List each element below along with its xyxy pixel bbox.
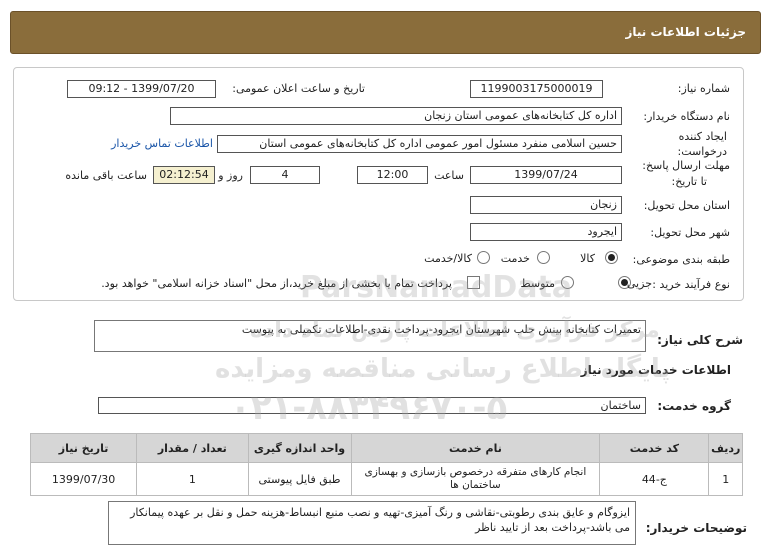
watermark-line1: مرکز فرآوری اطلاعات پارس نماد داده [250,318,660,343]
col-quantity: تعداد / مقدار [136,433,249,463]
days-label: روز و [218,169,243,182]
city-field[interactable]: ایجرود [470,223,622,241]
category-option-goods: کالا [580,252,595,265]
cell-unit: طبق فایل پیوستی [247,462,352,496]
buyer-name-field[interactable]: اداره کل کتابخانه‌های عمومی استان زنجان [170,107,622,125]
watermark-line2: پایگاه اطلاع رسانی مناقصه ومزایده [215,354,671,384]
cell-quantity: 1 [136,462,249,496]
watermark-brand: ParsNamadData [300,270,573,305]
cell-service-name: انجام کارهای متفرقه درخصوص بازسازی و بهس… [350,462,601,496]
deadline-date-field[interactable]: 1399/07/24 [470,166,622,184]
category-option-service: خدمت [500,252,530,265]
category-option-goods-service: کالا/خدمت [424,252,472,265]
col-need-date: تاریخ نیاز [29,433,138,463]
announce-date-field[interactable]: 1399/07/20 - 09:12 [67,80,216,98]
page-header: جزئیات اطلاعات نیاز [10,11,761,54]
remaining-days-field[interactable]: 4 [250,166,320,184]
announce-date-label: تاریخ و ساعت اعلان عمومی: [232,82,365,95]
creator-label-line2: درخواست: [677,145,727,158]
province-label: استان محل تحویل: [643,199,730,212]
service-group-label: گروه خدمت: [657,399,731,413]
services-table-header: ردیف کد خدمت نام خدمت واحد اندازه گیری ت… [29,433,743,463]
col-row: ردیف [708,433,743,463]
buyer-notes-label: توضیحات خریدار: [645,521,747,535]
cell-row: 1 [708,462,743,496]
cell-need-date: 1399/07/30 [29,462,138,496]
table-row[interactable]: 1 ج-44 انجام کارهای متفرقه درخصوص بازساز… [29,462,743,496]
deadline-time-field[interactable]: 12:00 [357,166,428,184]
deadline-time-label: ساعت [434,169,464,182]
remaining-time-label: ساعت باقی مانده [65,169,147,182]
category-radio-goods[interactable] [605,251,618,264]
purchase-option-minor: جزیی [626,277,652,290]
watermark-phone: ۰۲۱-۸۸۳۴۹۶۷۰-۵ [230,388,508,428]
buyer-notes-text: ایزوگام و عایق بندی رطوبتی-نقاشی و رنگ آ… [130,506,630,534]
need-number-field[interactable]: 1199003175000019 [470,80,603,98]
buyer-contact-link[interactable]: اطلاعات تماس خریدار [111,137,213,150]
category-radio-goods-service[interactable] [477,251,490,264]
remaining-time-field: 02:12:54 [153,166,215,184]
col-service-code: کد خدمت [599,433,710,463]
category-label: طبقه بندی موضوعی: [632,253,730,266]
city-label: شهر محل تحویل: [650,226,730,239]
creator-label-line1: ایجاد کننده [678,130,727,143]
buyer-name-label: نام دستگاه خریدار: [643,110,730,123]
purchase-type-label: نوع فرآیند خرید : [652,278,730,291]
page-title: جزئیات اطلاعات نیاز [625,25,746,39]
col-unit: واحد اندازه گیری [247,433,352,463]
deadline-label-line2: تا تاریخ: [671,175,707,188]
province-field[interactable]: زنجان [470,196,622,214]
services-table: ردیف کد خدمت نام خدمت واحد اندازه گیری ت… [29,433,743,496]
category-radio-service[interactable] [537,251,550,264]
cell-service-code: ج-44 [599,462,710,496]
buyer-notes-field[interactable]: ایزوگام و عایق بندی رطوبتی-نقاشی و رنگ آ… [108,501,636,545]
deadline-label-line1: مهلت ارسال پاسخ: [642,159,730,172]
description-label: شرح کلی نیاز: [657,333,743,347]
creator-field[interactable]: حسین اسلامی منفرد مسئول امور عمومی اداره… [217,135,622,153]
need-number-label: شماره نیاز: [677,82,730,95]
col-service-name: نام خدمت [350,433,601,463]
